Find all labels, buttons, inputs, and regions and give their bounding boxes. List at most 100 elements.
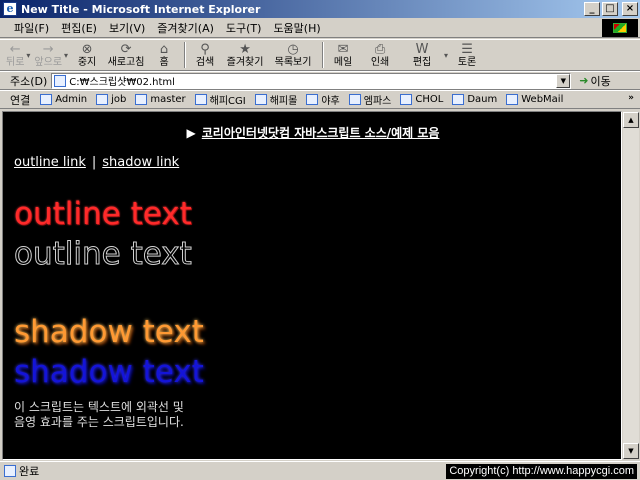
discuss-label: 토론 <box>457 56 477 68</box>
copyright-overlay: Copyright(c) http://www.happycgi.com <box>446 464 637 479</box>
links-label: 연결 <box>10 93 31 107</box>
address-input[interactable]: C:₩스크립샷₩02.html ▼ <box>51 72 572 89</box>
refresh-button[interactable]: ⟳ 새로고침 <box>104 40 148 70</box>
edit-label: 편집 <box>412 56 432 68</box>
link-label: Daum <box>467 94 498 105</box>
forward-arrow-icon: → <box>42 41 54 57</box>
link-page-icon <box>254 94 267 105</box>
link-chol[interactable]: CHOL <box>400 94 443 105</box>
go-button[interactable]: ➜ 이동 <box>579 73 610 89</box>
link-daum[interactable]: Daum <box>452 94 497 105</box>
scroll-down-icon[interactable]: ▼ <box>623 443 639 459</box>
outline-link[interactable]: outline link <box>14 155 86 170</box>
link-page-icon <box>40 94 53 105</box>
links-more-icon[interactable]: » <box>628 93 634 103</box>
ie-app-icon: e <box>3 2 17 16</box>
toolbar-separator <box>322 42 325 68</box>
description-line-2: 음영 효과를 주는 스크립트입니다. <box>14 415 184 429</box>
link-job[interactable]: job <box>96 94 126 105</box>
links-bar: 연결 Admin job master 해피CGI 해피몰 야후 엠파스 CHO… <box>0 90 640 109</box>
page-heading: ▶ 코리아인터넷닷컴 자바스크립트 소스/예제 모음 <box>3 124 621 141</box>
close-button[interactable]: × <box>622 2 638 16</box>
link-page-icon <box>452 94 465 105</box>
link-page-icon <box>135 94 148 105</box>
page-content: ▶ 코리아인터넷닷컴 자바스크립트 소스/예제 모음 outline link | s… <box>2 111 622 460</box>
menu-edit[interactable]: 편집(E) <box>55 20 103 36</box>
mail-label: 메일 <box>333 56 353 68</box>
description-line-1: 이 스크립트는 텍스트에 외곽선 및 <box>14 400 184 414</box>
maximize-button[interactable]: □ <box>602 2 618 16</box>
minimize-button[interactable]: _ <box>584 2 600 16</box>
edit-dropdown-icon[interactable]: ▾ <box>444 51 448 60</box>
home-label: 홈 <box>159 56 169 68</box>
history-button[interactable]: ◷ 목록보기 <box>270 40 316 70</box>
print-label: 인쇄 <box>370 56 390 68</box>
menu-tools[interactable]: 도구(T) <box>220 20 268 36</box>
print-button[interactable]: ⎙ 인쇄 <box>360 40 400 70</box>
discuss-button[interactable]: ☰ 토론 <box>452 40 482 70</box>
scroll-up-icon[interactable]: ▲ <box>623 112 639 128</box>
discuss-icon: ☰ <box>461 41 473 57</box>
stop-button[interactable]: ⊗ 중지 <box>72 40 102 70</box>
shadow-link[interactable]: shadow link <box>102 155 179 170</box>
link-yahoo[interactable]: 야후 <box>306 92 340 107</box>
link-page-icon <box>96 94 109 105</box>
home-button[interactable]: ⌂ 홈 <box>150 40 178 70</box>
link-label: 해피몰 <box>269 96 298 107</box>
link-page-icon <box>506 94 519 105</box>
go-arrow-icon: ➜ <box>579 74 589 87</box>
edit-icon: W <box>415 41 429 57</box>
forward-label: 앞으로 <box>34 56 63 68</box>
vertical-scrollbar[interactable]: ▲ ▼ <box>623 112 639 459</box>
back-label: 뒤로 <box>6 56 25 68</box>
address-dropdown-icon[interactable]: ▼ <box>556 73 571 88</box>
mail-button[interactable]: ✉ 메일 <box>328 40 358 70</box>
description: 이 스크립트는 텍스트에 외곽선 및 음영 효과를 주는 스크립트입니다. <box>14 400 184 430</box>
heading-link[interactable]: 코리아인터넷닷컴 자바스크립트 소스/예제 모음 <box>202 126 440 140</box>
search-button[interactable]: ⚲ 검색 <box>190 40 220 70</box>
outline-text-red: outline text <box>14 196 192 232</box>
link-label: WebMail <box>521 94 564 105</box>
menu-view[interactable]: 보기(V) <box>103 20 151 36</box>
link-admin[interactable]: Admin <box>40 94 87 105</box>
title-bar: e New Title - Microsoft Internet Explore… <box>0 0 640 18</box>
link-empas[interactable]: 엠파스 <box>348 92 392 107</box>
link-happymall[interactable]: 해피몰 <box>254 92 298 107</box>
link-label: CHOL <box>415 94 444 105</box>
shadow-text-orange: shadow text <box>14 314 204 350</box>
back-dropdown-icon[interactable]: ▾ <box>26 51 30 60</box>
link-label: job <box>111 94 127 105</box>
back-button[interactable]: ← 뒤로 <box>6 40 24 70</box>
forward-dropdown-icon[interactable]: ▾ <box>64 51 68 60</box>
menu-favorites[interactable]: 즐겨찾기(A) <box>151 20 220 36</box>
demo-nav: outline link | shadow link <box>14 155 179 170</box>
search-icon: ⚲ <box>200 41 210 57</box>
link-webmail[interactable]: WebMail <box>506 94 563 105</box>
favorites-icon: ★ <box>239 41 251 57</box>
link-happycgi[interactable]: 해피CGI <box>194 92 246 107</box>
link-label: master <box>150 94 186 105</box>
favorites-label: 즐겨찾기 <box>226 56 264 68</box>
edit-button[interactable]: W 편집 <box>402 40 442 70</box>
outline-text-hollow: outline text <box>14 236 193 273</box>
status-page-icon <box>4 465 16 477</box>
link-label: Admin <box>55 94 88 105</box>
menu-file[interactable]: 파일(F) <box>8 20 55 36</box>
link-master[interactable]: master <box>135 94 186 105</box>
stop-label: 중지 <box>77 56 97 68</box>
link-label: 엠파스 <box>363 96 392 107</box>
home-icon: ⌂ <box>159 41 169 57</box>
address-value[interactable]: C:₩스크립샷₩02.html <box>69 73 175 88</box>
standard-toolbar: ← 뒤로 ▾ → 앞으로 ▾ ⊗ 중지 ⟳ 새로고침 ⌂ 홈 ⚲ 검색 ★ 즐겨… <box>0 39 640 71</box>
menu-help[interactable]: 도움말(H) <box>267 20 326 36</box>
shadow-text-blue: shadow text <box>14 354 204 390</box>
history-icon: ◷ <box>287 41 299 57</box>
print-icon: ⎙ <box>374 41 386 57</box>
favorites-button[interactable]: ★ 즐겨찾기 <box>222 40 268 70</box>
back-arrow-icon: ← <box>9 41 21 57</box>
page-icon <box>54 74 67 87</box>
forward-button[interactable]: → 앞으로 <box>34 40 62 70</box>
search-label: 검색 <box>195 56 215 68</box>
link-page-icon <box>348 94 361 105</box>
history-label: 목록보기 <box>274 56 312 68</box>
